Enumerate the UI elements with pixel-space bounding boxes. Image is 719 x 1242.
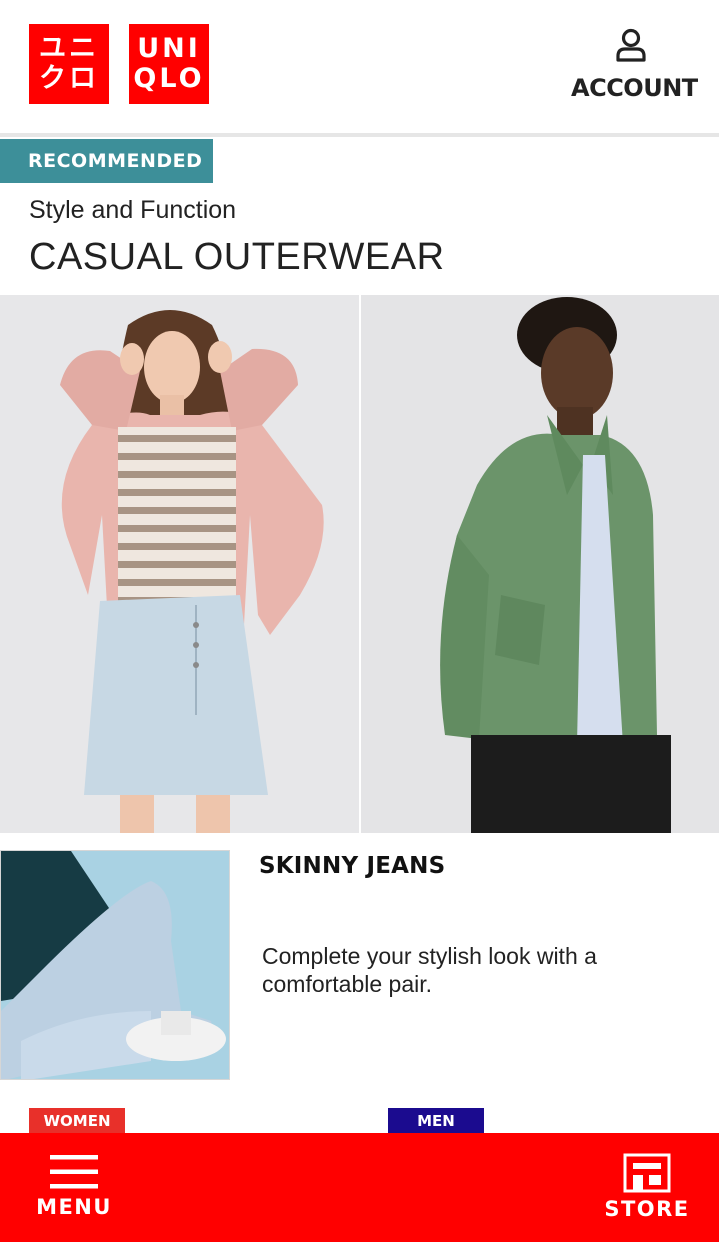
- section-subtitle: Style and Function: [29, 196, 237, 224]
- header-divider: [0, 133, 719, 137]
- store-icon: [623, 1153, 671, 1193]
- skinny-jeans-image[interactable]: [0, 850, 230, 1080]
- account-button[interactable]: ACCOUNT: [571, 28, 698, 112]
- store-button[interactable]: STORE: [587, 1133, 707, 1242]
- bottom-navigation-bar: MENU STORE: [0, 1133, 719, 1242]
- man-green-jacket-photo: [361, 295, 719, 833]
- logo-latin-text: UNI QLO: [133, 33, 205, 94]
- logo-katakana-text: ユニ クロ: [39, 33, 99, 94]
- header: ユニ クロ UNI QLO ACCOUNT: [0, 0, 719, 134]
- feature-description: Complete your stylish look with a comfor…: [262, 943, 597, 997]
- hamburger-icon: [50, 1155, 98, 1189]
- account-label: ACCOUNT: [571, 74, 698, 102]
- menu-label: MENU: [36, 1195, 112, 1219]
- user-icon: [616, 28, 646, 62]
- women-tag: WOMEN: [29, 1108, 125, 1134]
- woman-pink-jacket-photo: [0, 295, 359, 833]
- recommended-badge: RECOMMENDED: [0, 139, 213, 183]
- feature-title[interactable]: SKINNY JEANS: [259, 853, 445, 879]
- men-outerwear-image[interactable]: [361, 295, 719, 833]
- skinny-jeans-photo: [1, 851, 229, 1079]
- men-tag: MEN: [388, 1108, 484, 1134]
- uniqlo-logo-katakana[interactable]: ユニ クロ: [29, 24, 109, 104]
- women-outerwear-image[interactable]: [0, 295, 359, 833]
- section-title[interactable]: CASUAL OUTERWEAR: [29, 236, 445, 279]
- store-label: STORE: [604, 1197, 690, 1221]
- uniqlo-logo[interactable]: UNI QLO: [129, 24, 209, 104]
- menu-button[interactable]: MENU: [24, 1133, 124, 1242]
